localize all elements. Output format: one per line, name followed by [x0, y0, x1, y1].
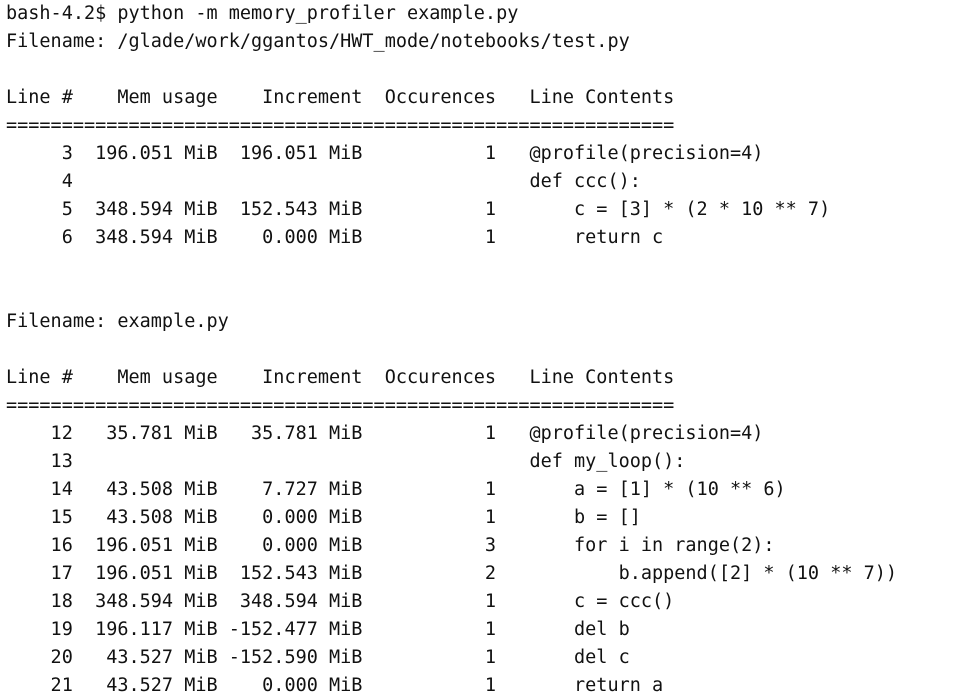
command-line: bash-4.2$ python -m memory_profiler exam…: [6, 3, 519, 24]
table-divider: ========================================…: [6, 395, 675, 416]
table-row: 6 348.594 MiB 0.000 MiB 1 return c: [6, 227, 664, 248]
filename-line: Filename: /glade/work/ggantos/HWT_mode/n…: [6, 31, 630, 52]
table-row: 20 43.527 MiB -152.590 MiB 1 del c: [6, 647, 630, 668]
table-row: 4 def ccc():: [6, 171, 641, 192]
table-row: 21 43.527 MiB 0.000 MiB 1 return a: [6, 675, 664, 696]
table-row: 16 196.051 MiB 0.000 MiB 3 for i in rang…: [6, 535, 775, 556]
table-row: 14 43.508 MiB 7.727 MiB 1 a = [1] * (10 …: [6, 479, 786, 500]
table-header: Line # Mem usage Increment Occurences Li…: [6, 87, 675, 108]
table-row: 19 196.117 MiB -152.477 MiB 1 del b: [6, 619, 630, 640]
table-header: Line # Mem usage Increment Occurences Li…: [6, 367, 675, 388]
table-row: 5 348.594 MiB 152.543 MiB 1 c = [3] * (2…: [6, 199, 831, 220]
table-row: 13 def my_loop():: [6, 451, 686, 472]
table-divider: ========================================…: [6, 115, 675, 136]
table-row: 15 43.508 MiB 0.000 MiB 1 b = []: [6, 507, 641, 528]
filename-line: Filename: example.py: [6, 311, 229, 332]
table-row: 17 196.051 MiB 152.543 MiB 2 b.append([2…: [6, 563, 898, 584]
table-row: 3 196.051 MiB 196.051 MiB 1 @profile(pre…: [6, 143, 764, 164]
table-row: 12 35.781 MiB 35.781 MiB 1 @profile(prec…: [6, 423, 764, 444]
terminal-output[interactable]: bash-4.2$ python -m memory_profiler exam…: [0, 0, 972, 699]
table-row: 18 348.594 MiB 348.594 MiB 1 c = ccc(): [6, 591, 675, 612]
